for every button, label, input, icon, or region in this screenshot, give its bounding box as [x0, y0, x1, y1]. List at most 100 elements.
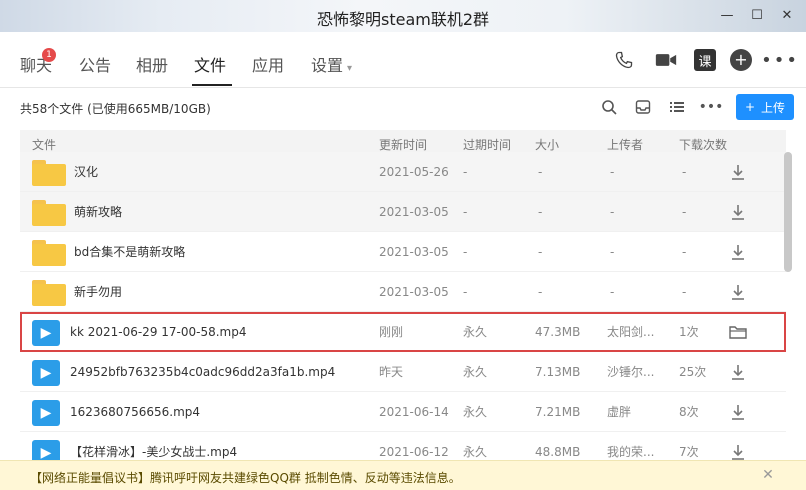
- updated-time: 2021-03-05: [379, 244, 449, 259]
- download-icon[interactable]: [728, 202, 748, 222]
- notice-text: 【网络正能量倡议书】腾讯呼吁网友共建绿色QQ群 抵制色情、反动等违法信息。: [30, 471, 461, 485]
- download-icon[interactable]: [728, 242, 748, 262]
- table-row[interactable]: 萌新攻略 2021-03-05 - - - -: [20, 192, 786, 232]
- video-file-icon: ▶: [32, 360, 60, 386]
- file-list: 汉化 2021-05-26 - - - - 萌新攻略 2021-03-05 - …: [20, 152, 786, 472]
- header-actions: 课 + •••: [610, 46, 797, 74]
- notice-bar: 【网络正能量倡议书】腾讯呼吁网友共建绿色QQ群 抵制色情、反动等违法信息。 ✕: [0, 460, 806, 490]
- uploader: -: [610, 284, 615, 299]
- file-name: 24952bfb763235b4c0adc96dd2a3fa1b.mp4: [70, 364, 336, 379]
- window-controls: — ☐ ✕: [718, 6, 796, 24]
- col-downloads[interactable]: 下载次数: [679, 136, 727, 153]
- updated-time: 2021-03-05: [379, 284, 449, 299]
- phone-icon[interactable]: [610, 46, 638, 74]
- chevron-down-icon: ▾: [347, 63, 353, 74]
- toolbar-actions: ••• + 上传: [600, 94, 794, 120]
- expire-time: 永久: [463, 325, 488, 339]
- file-size: 7.21MB: [535, 404, 581, 419]
- folder-icon: [32, 160, 66, 186]
- uploader: 我的荣...: [607, 445, 655, 459]
- upload-button[interactable]: + 上传: [736, 94, 794, 120]
- tab-apps[interactable]: 应用: [252, 52, 284, 76]
- file-size: -: [538, 164, 543, 179]
- col-uploader[interactable]: 上传者: [607, 136, 643, 153]
- updated-time: 2021-03-05: [379, 204, 449, 219]
- download-count: 1次: [679, 325, 699, 339]
- col-size[interactable]: 大小: [535, 136, 559, 153]
- expire-time: -: [463, 164, 468, 179]
- unread-badge: 1: [42, 48, 56, 62]
- search-icon[interactable]: [600, 98, 618, 116]
- more-icon[interactable]: •••: [761, 46, 797, 74]
- uploader: 沙锤尔...: [607, 365, 655, 379]
- tab-bar: 聊天 1 公告 相册 文件 应用 设置 ▾ 课 + •••: [0, 32, 806, 88]
- updated-time: 2021-06-12: [379, 444, 449, 459]
- scrollbar[interactable]: [784, 152, 792, 460]
- expire-time: -: [463, 204, 468, 219]
- download-count: -: [682, 284, 687, 299]
- tab-album[interactable]: 相册: [136, 52, 168, 76]
- file-name: kk 2021-06-29 17-00-58.mp4: [70, 324, 247, 339]
- close-icon[interactable]: ✕: [760, 467, 776, 483]
- tab-announcement[interactable]: 公告: [79, 52, 111, 76]
- download-count: -: [682, 164, 687, 179]
- col-updated[interactable]: 更新时间: [379, 136, 427, 153]
- folder-icon: [32, 240, 66, 266]
- expire-time: -: [463, 284, 468, 299]
- close-icon[interactable]: ✕: [778, 6, 796, 24]
- table-row[interactable]: bd合集不是萌新攻略 2021-03-05 - - - -: [20, 232, 786, 272]
- more-icon[interactable]: •••: [699, 98, 724, 116]
- uploader: -: [610, 204, 615, 219]
- title-bar: 恐怖黎明steam联机2群 — ☐ ✕: [0, 0, 806, 32]
- download-icon[interactable]: [728, 362, 748, 382]
- open-folder-icon[interactable]: [728, 322, 748, 342]
- list-view-icon[interactable]: [668, 98, 686, 116]
- download-count: -: [682, 244, 687, 259]
- file-toolbar: 共58个文件 (已使用665MB/10GB) ••• + 上传: [0, 88, 806, 128]
- file-size: 47.3MB: [535, 324, 581, 339]
- file-name: 萌新攻略: [74, 205, 123, 219]
- col-expire[interactable]: 过期时间: [463, 136, 511, 153]
- table-row[interactable]: ▶ 24952bfb763235b4c0adc96dd2a3fa1b.mp4 昨…: [20, 352, 786, 392]
- updated-time: 刚刚: [379, 325, 404, 339]
- plus-icon: +: [744, 100, 756, 114]
- file-name: 1623680756656.mp4: [70, 404, 201, 419]
- file-name: 汉化: [74, 165, 99, 179]
- updated-time: 昨天: [379, 365, 404, 379]
- table-row[interactable]: 汉化 2021-05-26 - - - -: [20, 152, 786, 192]
- download-icon[interactable]: [728, 162, 748, 182]
- download-icon[interactable]: [728, 442, 748, 462]
- download-icon[interactable]: [728, 282, 748, 302]
- scrollbar-thumb[interactable]: [784, 152, 792, 272]
- file-size: -: [538, 284, 543, 299]
- file-size: 48.8MB: [535, 444, 581, 459]
- table-row[interactable]: 新手勿用 2021-03-05 - - - -: [20, 272, 786, 312]
- file-name: 【花样滑冰】-美少女战士.mp4: [70, 445, 238, 459]
- file-size: -: [538, 244, 543, 259]
- video-file-icon: ▶: [32, 400, 60, 426]
- uploader: 太阳剑...: [607, 325, 655, 339]
- table-row[interactable]: ▶ 1623680756656.mp4 2021-06-14 永久 7.21MB…: [20, 392, 786, 432]
- file-name: 新手勿用: [74, 285, 123, 299]
- expire-time: -: [463, 244, 468, 259]
- col-file[interactable]: 文件: [32, 136, 56, 153]
- file-name: bd合集不是萌新攻略: [74, 245, 186, 259]
- plus-circle-icon[interactable]: +: [730, 49, 752, 71]
- folder-icon: [32, 200, 66, 226]
- minimize-icon[interactable]: —: [718, 6, 736, 24]
- inbox-icon[interactable]: [634, 98, 652, 116]
- download-icon[interactable]: [728, 402, 748, 422]
- tab-settings[interactable]: 设置 ▾: [311, 52, 352, 76]
- table-row-selected[interactable]: ▶ kk 2021-06-29 17-00-58.mp4 刚刚 永久 47.3M…: [20, 312, 786, 352]
- video-call-icon[interactable]: [652, 46, 680, 74]
- download-count: 8次: [679, 405, 699, 419]
- file-summary: 共58个文件 (已使用665MB/10GB): [20, 102, 211, 116]
- uploader: -: [610, 244, 615, 259]
- updated-time: 2021-06-14: [379, 404, 449, 419]
- tab-files[interactable]: 文件: [194, 52, 226, 76]
- download-count: 25次: [679, 365, 707, 379]
- maximize-icon[interactable]: ☐: [748, 6, 766, 24]
- uploader: -: [610, 164, 615, 179]
- course-icon[interactable]: 课: [694, 49, 716, 71]
- folder-icon: [32, 280, 66, 306]
